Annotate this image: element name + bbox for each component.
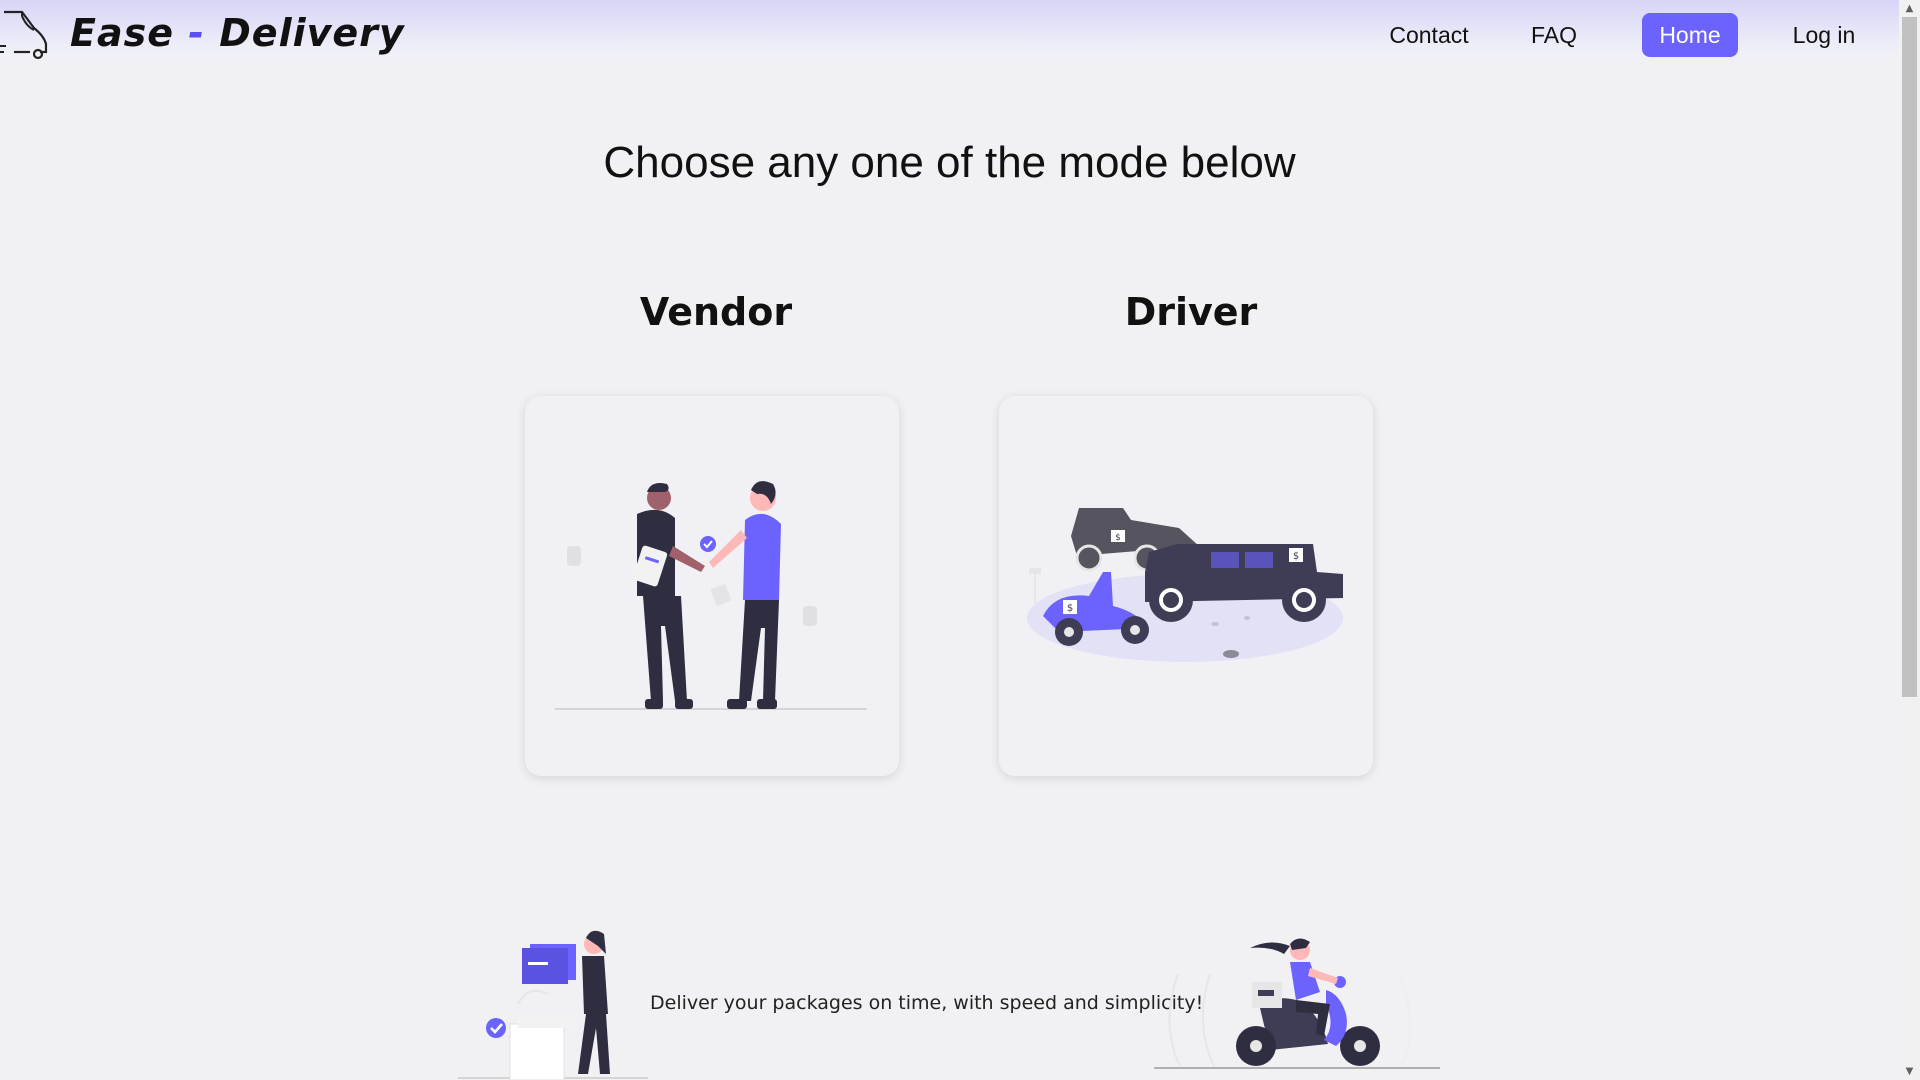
vendor-label: Vendor	[639, 290, 793, 334]
scroll-up-arrow-icon[interactable]: ▲	[1899, 0, 1920, 17]
svg-text:$: $	[1293, 551, 1299, 562]
logo[interactable]: Ease - Delivery	[0, 6, 405, 60]
nav-login-link[interactable]: Log in	[1779, 13, 1869, 57]
scrollbar-thumb[interactable]	[1902, 17, 1917, 697]
vendor-card[interactable]	[525, 396, 899, 776]
driver-card[interactable]: $ $ $	[999, 396, 1373, 776]
scroll-down-arrow-icon[interactable]: ▼	[1899, 1063, 1920, 1080]
nav-home-button[interactable]: Home	[1642, 13, 1738, 57]
delivery-truck-icon	[0, 10, 48, 60]
nav-contact-link[interactable]: Contact	[1379, 13, 1479, 57]
vehicles-illustration: $ $ $	[1027, 508, 1343, 662]
driver-label: Driver	[1124, 290, 1258, 334]
package-delivery-illustration	[458, 930, 648, 1080]
svg-text:$: $	[1115, 533, 1121, 543]
nav-faq-link[interactable]: FAQ	[1519, 13, 1589, 57]
page-title: Choose any one of the mode below	[603, 138, 1296, 187]
brand-name: Ease - Delivery	[70, 11, 405, 55]
tagline-text: Deliver your packages on time, with spee…	[650, 992, 1204, 1014]
header: Ease - Delivery Contact FAQ Home Log in	[0, 0, 1899, 66]
page: Ease - Delivery Contact FAQ Home Log in …	[0, 0, 1899, 1080]
svg-text:$: $	[1067, 603, 1073, 614]
vertical-scrollbar[interactable]: ▲ ▼	[1899, 0, 1920, 1080]
scooter-rider-illustration	[1154, 938, 1440, 1069]
handshake-illustration	[555, 481, 867, 710]
